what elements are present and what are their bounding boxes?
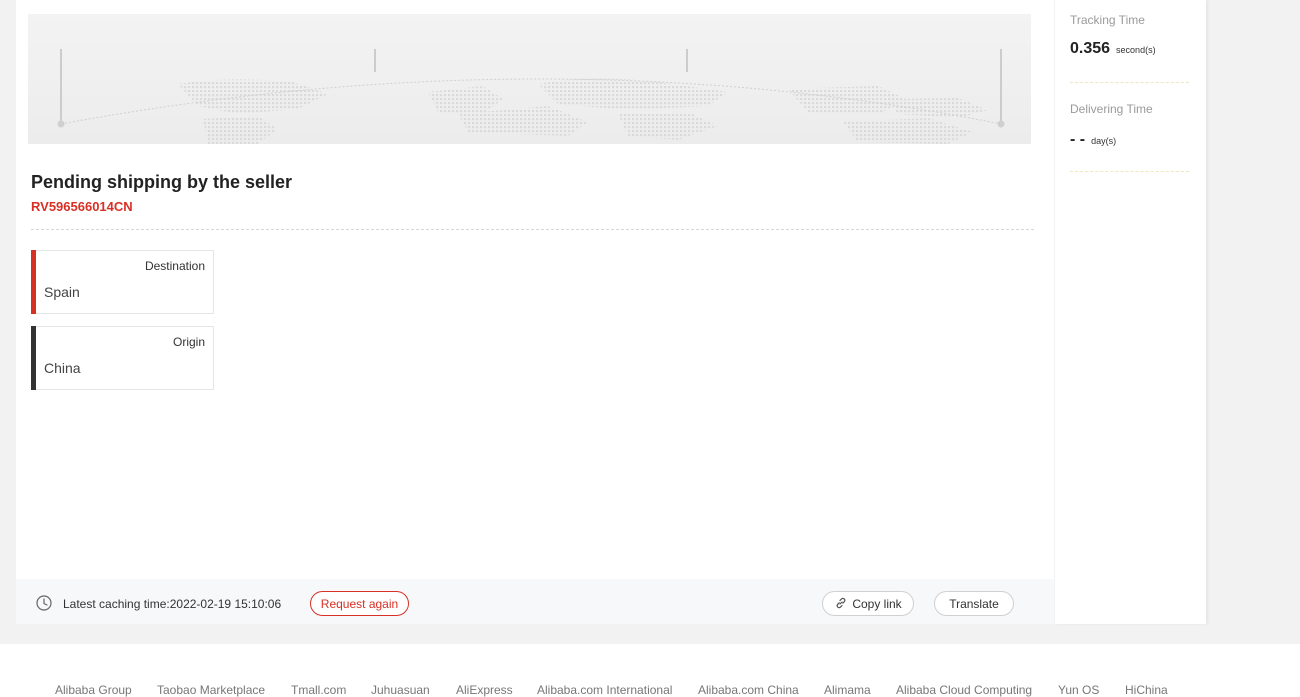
footer-link-alibaba-international[interactable]: Alibaba.com International [537,683,672,697]
clock-icon [36,595,52,611]
shipping-status-title: Pending shipping by the seller [31,172,293,192]
destination-value: Spain [44,284,80,300]
delivering-time-label: Delivering Time [1070,102,1153,116]
origin-label: Origin [172,335,205,349]
tracking-time-value: 0.356 second(s) [1070,40,1156,58]
stats-divider [1070,82,1189,83]
footer-link-alimama[interactable]: Alimama [824,683,871,697]
tracking-number: RV596566014CN [31,199,133,214]
footer-link-taobao-marketplace[interactable]: Taobao Marketplace [157,683,265,697]
delivering-time-value: - - day(s) [1070,131,1116,149]
footer-link-tmall[interactable]: Tmall.com [291,683,346,697]
footer-link-alibaba-group[interactable]: Alibaba Group [55,683,132,697]
stats-sidebar: Tracking Time 0.356 second(s) Delivering … [1055,0,1206,624]
world-map-illustration [28,14,1031,144]
destination-card: Destination Spain [31,250,214,314]
request-again-button[interactable]: Request again [310,591,409,616]
footer-link-hichina[interactable]: HiChina [1125,683,1168,697]
footer-link-juhuasuan[interactable]: Juhuasuan [371,683,430,697]
tracking-panel: Pending shipping by the seller RV5965660… [16,0,1054,624]
tracking-time-label: Tracking Time [1070,13,1145,27]
origin-card: Origin China [31,326,214,390]
copy-link-button[interactable]: Copy link [822,591,914,616]
copy-link-label: Copy link [852,597,902,611]
stats-divider [1070,171,1189,172]
origin-accent-bar [31,326,36,390]
tracking-time-number: 0.356 [1070,40,1111,57]
footer-link-alibaba-china[interactable]: Alibaba.com China [698,683,799,697]
footer-link-alibaba-cloud[interactable]: Alibaba Cloud Computing [896,683,1032,697]
destination-label: Destination [144,259,205,273]
origin-value: China [44,360,81,376]
destination-accent-bar [31,250,36,314]
link-icon [836,598,846,609]
latest-caching-time: Latest caching time:2022-02-19 15:10:06 [63,597,282,611]
action-bar: Latest caching time:2022-02-19 15:10:06 … [16,579,1054,624]
translate-button[interactable]: Translate [934,591,1014,616]
site-footer-links: Alibaba Group Taobao Marketplace Tmall.c… [0,683,1300,697]
section-divider [31,229,1034,230]
tracking-time-unit: second(s) [1116,45,1156,55]
footer-link-aliexpress[interactable]: AliExpress [456,683,513,697]
footer-link-yun-os[interactable]: Yun OS [1058,683,1099,697]
delivering-time-number: - - [1070,131,1086,148]
delivering-time-unit: day(s) [1091,136,1117,146]
world-map-banner [28,14,1031,144]
